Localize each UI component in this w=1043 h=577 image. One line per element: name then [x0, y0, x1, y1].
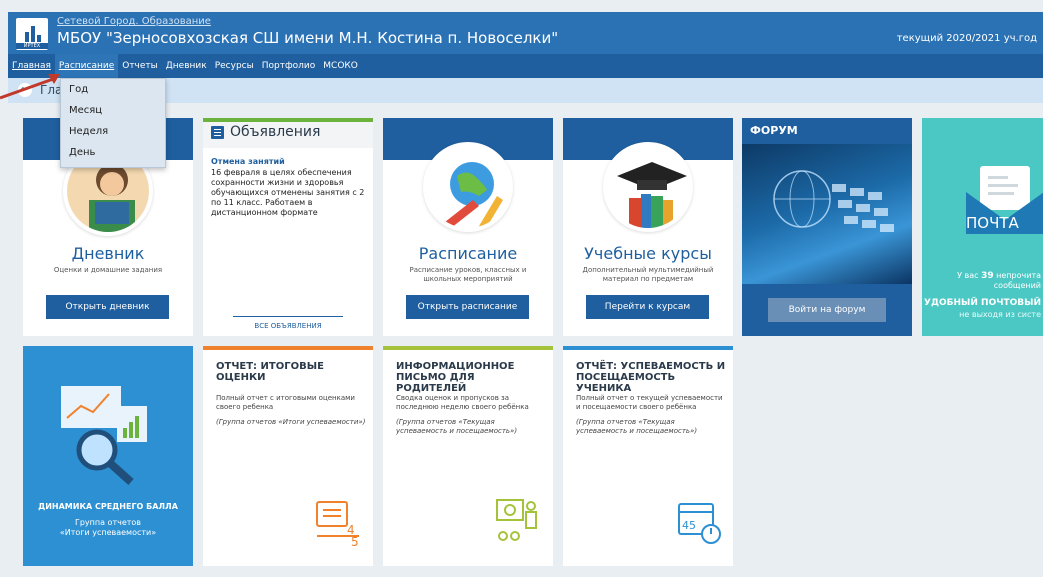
- parents-letter-card[interactable]: ИНФОРМАЦИОННОЕ ПИСЬМО ДЛЯ РОДИТЕЛЕЙ Свод…: [383, 346, 553, 566]
- gpa-dynamics-title: ДИНАМИКА СРЕДНЕГО БАЛЛА: [38, 502, 178, 511]
- attendance-report-card[interactable]: ОТЧЁТ: УСПЕВАЕМОСТЬ И ПОСЕЩАЕМОСТЬ УЧЕНИ…: [563, 346, 733, 566]
- mail-convenient-label: УДОБНЫЙ ПОЧТОВЫЙ: [924, 298, 1041, 308]
- announcement-icon: [211, 126, 224, 139]
- unread-count[interactable]: У вас 39 непрочита сообщений: [922, 271, 1041, 291]
- schedule-title: Расписание: [418, 244, 518, 263]
- announcements-card: Объявления Отмена занятий 16 февраля в ц…: [203, 118, 373, 336]
- report-desc: Сводка оценок и пропусков за последнюю н…: [396, 394, 529, 411]
- magnifier-chart-icon: [61, 386, 147, 485]
- forum-card: ФОРУМ Войти на форум: [742, 118, 912, 336]
- nav-msoko[interactable]: МСОКО: [319, 54, 362, 78]
- brand-link[interactable]: Сетевой Город. Образование: [57, 16, 211, 27]
- svg-text:5: 5: [351, 535, 359, 546]
- nav-resources[interactable]: Ресурсы: [211, 54, 258, 78]
- svg-text:45: 45: [682, 519, 696, 532]
- schedule-subtitle: Расписание уроков, классных и школьных м…: [409, 266, 527, 283]
- diary-subtitle: Оценки и домашние задания: [53, 266, 163, 274]
- open-schedule-button[interactable]: Открыть расписание: [406, 295, 529, 319]
- presentation-board-icon: [496, 499, 537, 541]
- main-nav: Главная Расписание Отчеты Дневник Ресурс…: [8, 54, 1043, 78]
- dropdown-item-week[interactable]: Неделя: [61, 121, 165, 142]
- open-diary-button[interactable]: Открыть дневник: [46, 295, 169, 319]
- calendar-clock-icon: 45: [678, 503, 721, 544]
- go-to-courses-button[interactable]: Перейти к курсам: [586, 295, 709, 319]
- report-bar: [383, 346, 553, 350]
- enter-forum-button[interactable]: Войти на форум: [768, 298, 886, 322]
- announcements-title: Объявления: [230, 124, 321, 140]
- school-year[interactable]: текущий 2020/2021 уч.год: [897, 33, 1037, 44]
- nav-portfolio[interactable]: Портфолио: [258, 54, 320, 78]
- final-grades-report-card[interactable]: ОТЧЕТ: ИТОГОВЫЕ ОЦЕНКИ Полный отчет с ит…: [203, 346, 373, 566]
- dropdown-item-day[interactable]: День: [61, 142, 165, 163]
- schedule-dropdown: Год Месяц Неделя День: [60, 78, 166, 168]
- report-group: (Группа отчетов «Текущая успеваемость и …: [396, 418, 518, 435]
- courses-subtitle: Дополнительный мультимедийный материал п…: [582, 266, 714, 283]
- report-group: (Группа отчетов «Итоги успеваемости»): [216, 418, 366, 426]
- all-announcements-link[interactable]: ВСЕ ОБЪЯВЛЕНИЯ: [233, 316, 343, 330]
- dropdown-item-month[interactable]: Месяц: [61, 100, 165, 121]
- report-desc: Полный отчет с итоговыми оценками своего…: [216, 394, 355, 411]
- school-name: МБОУ "Зерносовхозская СШ имени М.Н. Кост…: [57, 29, 559, 47]
- keyboard-globe-image: [742, 144, 912, 284]
- globe-icon: [423, 142, 513, 232]
- monitor-grades-icon: 4 5: [316, 501, 359, 546]
- mail-convenient-sub: не выходя из систе: [959, 310, 1041, 319]
- irtech-logo[interactable]: ИРТЕХ: [16, 18, 48, 50]
- nav-diary[interactable]: Дневник: [162, 54, 211, 78]
- app-header: ИРТЕХ Сетевой Город. Образование МБОУ "З…: [8, 12, 1043, 54]
- report-title: ОТЧЕТ: ИТОГОВЫЕ ОЦЕНКИ: [216, 361, 324, 383]
- report-bar: [563, 346, 733, 350]
- graduation-cap-icon: [603, 142, 693, 232]
- forum-label: ФОРУМ: [750, 124, 798, 137]
- gpa-dynamics-sub: Группа отчетов «Итоги успеваемости»: [59, 518, 157, 537]
- dropdown-item-year[interactable]: Год: [61, 79, 165, 100]
- diary-title: Дневник: [71, 244, 145, 263]
- news-title[interactable]: Отмена занятий: [211, 157, 285, 166]
- report-bar: [203, 346, 373, 350]
- gpa-dynamics-card[interactable]: ДИНАМИКА СРЕДНЕГО БАЛЛА Группа отчетов «И…: [23, 346, 193, 566]
- report-title: ОТЧЁТ: УСПЕВАЕМОСТЬ И ПОСЕЩАЕМОСТЬ УЧЕНИ…: [576, 361, 726, 394]
- report-group: (Группа отчетов «Текущая успеваемость и …: [576, 418, 698, 435]
- report-desc: Полный отчет о текущей успеваемости и по…: [576, 394, 723, 411]
- mail-word: ПОЧТА: [966, 214, 1019, 232]
- news-body: 16 февраля в целях обеспечения сохраннос…: [211, 168, 365, 217]
- nav-reports[interactable]: Отчеты: [118, 54, 162, 78]
- report-title: ИНФОРМАЦИОННОЕ ПИСЬМО ДЛЯ РОДИТЕЛЕЙ: [396, 361, 515, 394]
- courses-card: Учебные курсы Дополнительный мультимедий…: [563, 118, 733, 336]
- mail-card: ПОЧТА У вас 39 непрочита сообщений УДОБН…: [922, 118, 1043, 336]
- courses-title: Учебные курсы: [584, 244, 712, 263]
- schedule-card: Расписание Расписание уроков, классных и…: [383, 118, 553, 336]
